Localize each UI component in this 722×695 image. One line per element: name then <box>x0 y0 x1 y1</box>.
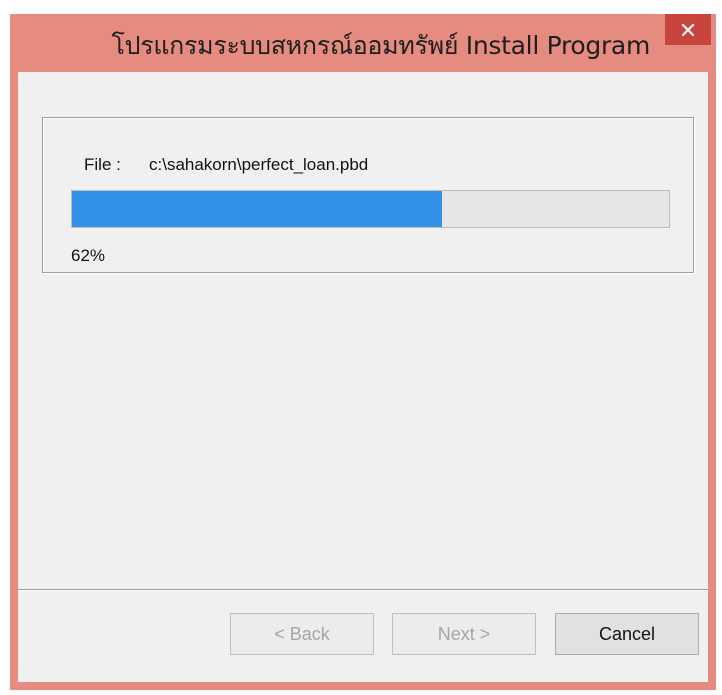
back-button[interactable]: < Back <box>230 613 374 655</box>
progress-bar <box>71 190 670 228</box>
next-button[interactable]: Next > <box>392 613 536 655</box>
file-label: File : <box>84 155 121 174</box>
cancel-button[interactable]: Cancel <box>555 613 699 655</box>
title-bar[interactable]: โปรแกรมระบบสหกรณ์ออมทรัพย์ Install Progr… <box>10 14 716 70</box>
file-path: c:\sahakorn\perfect_loan.pbd <box>149 155 369 174</box>
progress-group: File : c:\sahakorn\perfect_loan.pbd 62% <box>42 117 694 273</box>
installer-window: โปรแกรมระบบสหกรณ์ออมทรัพย์ Install Progr… <box>10 14 716 690</box>
dialog-client-area: File : c:\sahakorn\perfect_loan.pbd 62% … <box>18 72 708 682</box>
window-title: โปรแกรมระบบสหกรณ์ออมทรัพย์ Install Progr… <box>111 31 651 60</box>
button-separator <box>18 589 708 591</box>
progress-percent: 62% <box>71 246 106 265</box>
close-icon <box>681 23 695 36</box>
progress-bar-fill <box>72 191 443 227</box>
close-button[interactable] <box>665 14 711 45</box>
